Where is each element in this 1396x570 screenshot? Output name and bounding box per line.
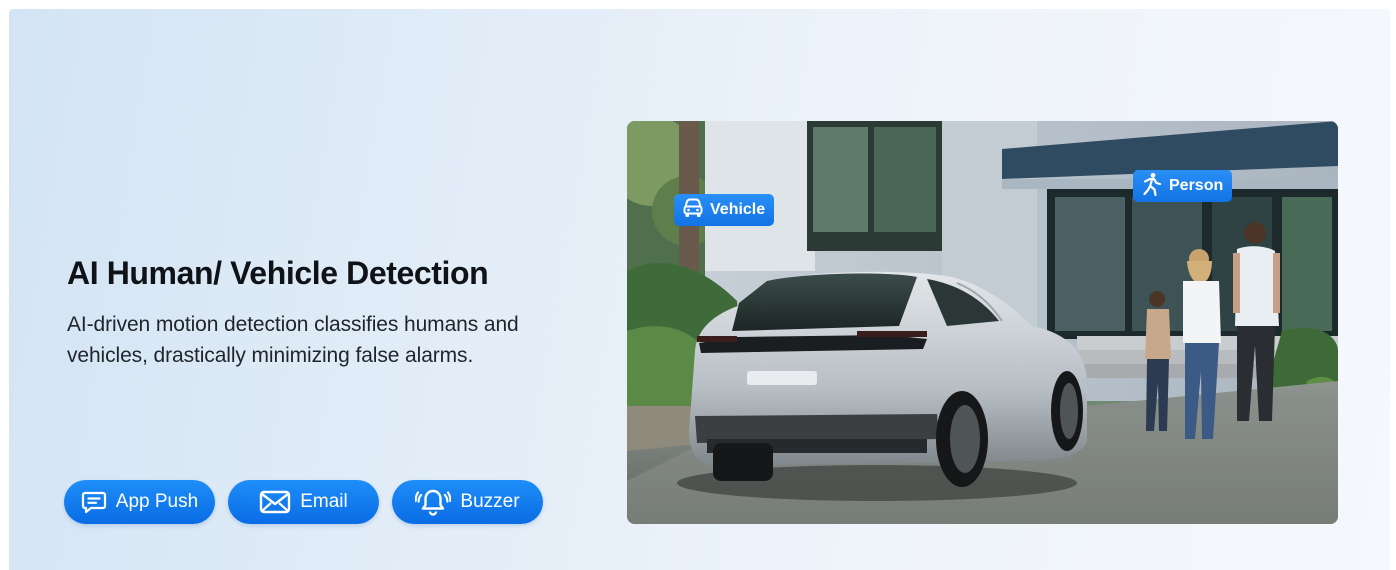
feature-card: AI Human/ Vehicle Detection AI-driven mo…	[9, 9, 1390, 570]
walking-person-icon	[1141, 172, 1163, 201]
person-tag-label: Person	[1169, 177, 1224, 194]
car-icon	[682, 197, 704, 224]
buzzer-button[interactable]: Buzzer	[392, 480, 543, 524]
envelope-icon	[259, 490, 291, 514]
vehicle-tag-label: Vehicle	[710, 201, 766, 218]
app-push-label: App Push	[115, 491, 199, 512]
email-label: Email	[300, 491, 348, 512]
chat-bubble-icon	[81, 490, 107, 514]
detection-photo: Vehicle Person	[627, 121, 1338, 524]
feature-description: AI-driven motion detection classifies hu…	[67, 313, 519, 367]
buzzer-label: Buzzer	[460, 491, 520, 512]
person-detection-tag: Person	[1133, 170, 1233, 202]
app-push-button[interactable]: App Push	[64, 480, 215, 524]
email-button[interactable]: Email	[228, 480, 379, 524]
vehicle-detection-tag: Vehicle	[674, 194, 775, 226]
feature-title: AI Human/ Vehicle Detection	[67, 255, 489, 291]
bell-ringing-icon	[415, 488, 452, 516]
